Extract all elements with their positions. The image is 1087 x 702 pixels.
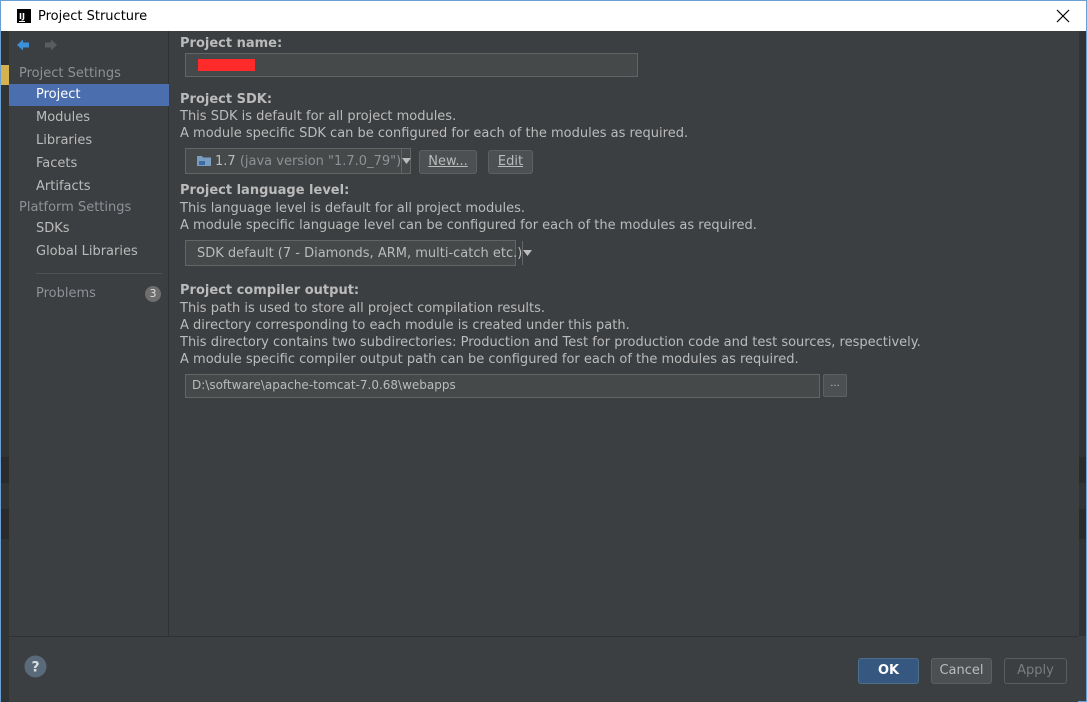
- sidebar-item-problems[interactable]: Problems 3: [9, 283, 169, 305]
- background-accent: [1, 509, 9, 539]
- new-sdk-button-label: New...: [428, 154, 468, 169]
- language-level-label: Project language level:: [180, 183, 350, 198]
- sdk-select[interactable]: 1.7 (java version "1.7.0_79"): [185, 148, 412, 174]
- sdk-description-line: This SDK is default for all project modu…: [180, 109, 457, 124]
- section-header-platform-settings: Platform Settings: [19, 200, 132, 215]
- edit-sdk-button[interactable]: Edit: [488, 150, 533, 174]
- help-icon[interactable]: ?: [24, 655, 47, 678]
- sidebar-item-global-libraries[interactable]: Global Libraries: [9, 241, 169, 263]
- output-description-line: This directory contains two subdirectori…: [180, 335, 921, 350]
- sdk-version: 1.7: [215, 153, 236, 169]
- sidebar-item-libraries[interactable]: Libraries: [9, 130, 169, 152]
- compiler-output-input[interactable]: D:\software\apache-tomcat-7.0.68\webapps: [185, 374, 820, 398]
- project-settings-panel: Project name: Project SDK: This SDK is d…: [170, 31, 1079, 636]
- sidebar-item-artifacts[interactable]: Artifacts: [9, 176, 169, 198]
- back-arrow-icon[interactable]: [16, 38, 30, 52]
- intellij-logo-icon: IJ: [17, 9, 31, 23]
- sidebar-item-label: Problems: [36, 286, 96, 301]
- sdk-description-line: A module specific SDK can be configured …: [180, 126, 689, 141]
- background-editor-strip: [1, 31, 9, 702]
- problems-count-badge: 3: [145, 286, 161, 302]
- language-level-select[interactable]: SDK default (7 - Diamonds, ARM, multi-ca…: [185, 240, 533, 266]
- project-name-input[interactable]: [185, 53, 638, 77]
- sidebar-item-facets[interactable]: Facets: [9, 153, 169, 175]
- dialog-frame: Project Settings Project Modules Librari…: [0, 31, 1087, 702]
- project-name-label: Project name:: [180, 36, 283, 51]
- folder-icon: [197, 155, 211, 166]
- forward-arrow-icon[interactable]: [44, 38, 58, 52]
- new-sdk-button[interactable]: New...: [419, 150, 477, 174]
- sidebar: Project Settings Project Modules Librari…: [9, 31, 169, 636]
- ok-button[interactable]: OK: [858, 658, 919, 684]
- sidebar-separator: [36, 273, 162, 274]
- output-description-line: This path is used to store all project c…: [180, 301, 545, 316]
- output-description-line: A directory corresponding to each module…: [180, 318, 630, 333]
- project-sdk-label: Project SDK:: [180, 92, 273, 107]
- browse-output-button[interactable]: ...: [823, 374, 847, 397]
- sdk-java-version: (java version "1.7.0_79"): [239, 153, 402, 169]
- language-level-value: SDK default (7 - Diamonds, ARM, multi-ca…: [197, 245, 523, 261]
- compiler-output-label: Project compiler output:: [180, 283, 360, 298]
- background-accent: [1, 65, 9, 85]
- sidebar-item-sdks[interactable]: SDKs: [9, 218, 169, 240]
- title-bar: IJ Project Structure: [0, 0, 1087, 31]
- svg-text:?: ?: [31, 660, 39, 676]
- language-description-line: A module specific language level can be …: [180, 218, 757, 233]
- dialog-footer: ? OK Cancel Apply: [9, 636, 1078, 702]
- redacted-region: [198, 59, 255, 71]
- logo-text: IJ: [19, 12, 25, 22]
- dropdown-arrow-icon[interactable]: [522, 241, 533, 265]
- nav-arrows: [16, 38, 58, 52]
- window-title: Project Structure: [38, 8, 148, 24]
- language-description-line: This language level is default for all p…: [180, 201, 525, 216]
- dropdown-arrow-icon[interactable]: [401, 149, 412, 173]
- apply-button[interactable]: Apply: [1004, 658, 1067, 684]
- output-description-line: A module specific compiler output path c…: [180, 352, 799, 367]
- sidebar-item-project[interactable]: Project: [9, 84, 169, 106]
- close-icon[interactable]: [1054, 7, 1072, 25]
- section-header-project-settings: Project Settings: [19, 66, 121, 81]
- background-accent: [1, 457, 9, 483]
- cancel-button[interactable]: Cancel: [931, 658, 992, 684]
- edit-sdk-button-label: Edit: [497, 154, 524, 169]
- sidebar-item-modules[interactable]: Modules: [9, 107, 169, 129]
